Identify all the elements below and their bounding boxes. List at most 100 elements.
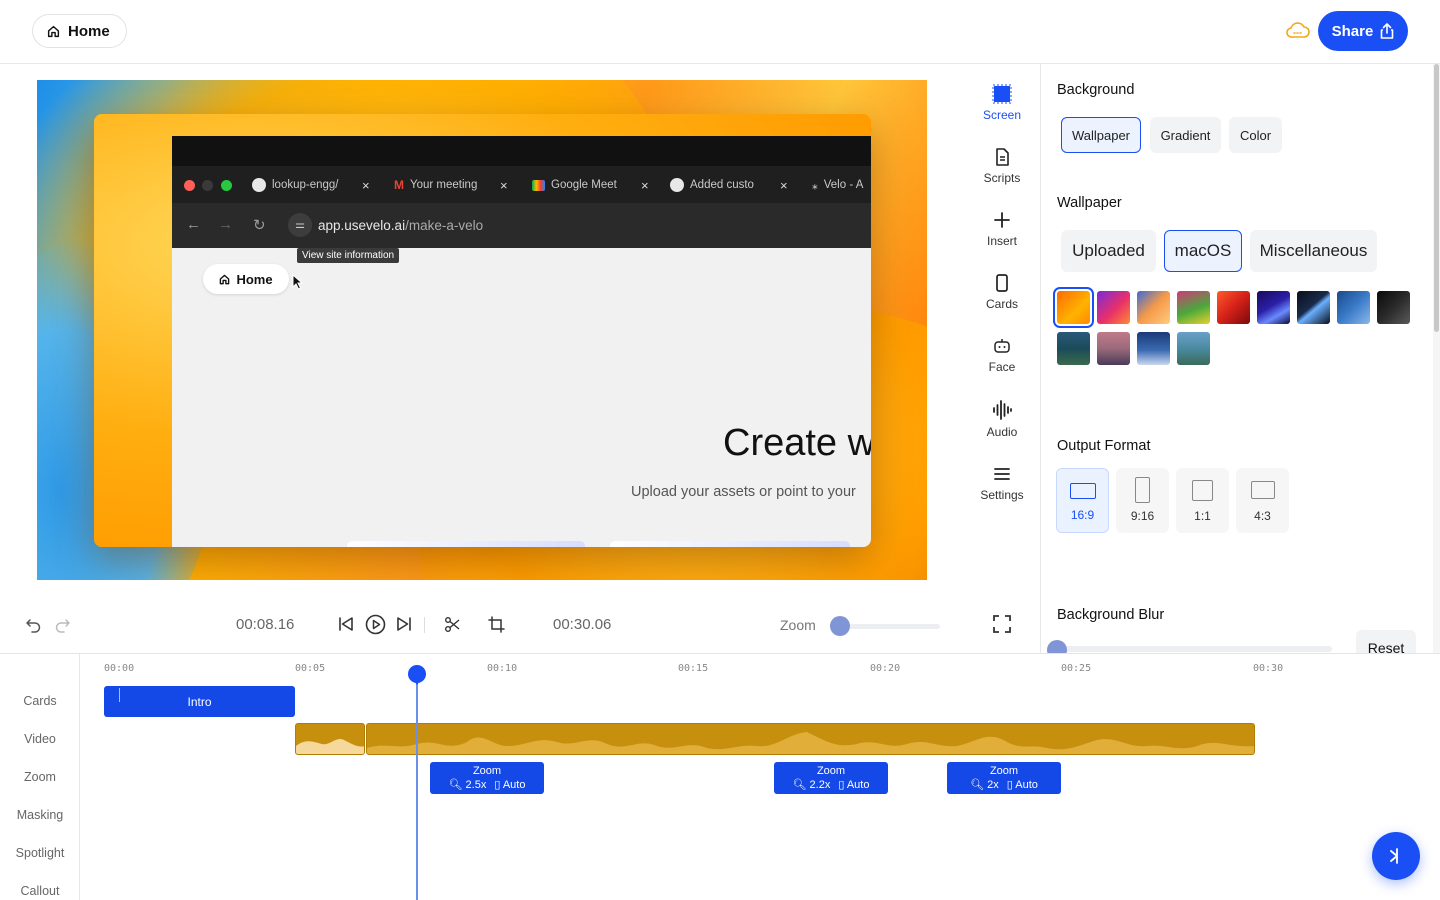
panel-scrollbar[interactable] — [1433, 64, 1440, 654]
document-icon — [996, 148, 1009, 166]
velo-logo-icon — [1390, 848, 1398, 864]
wallpaper-thumbnail[interactable] — [1137, 291, 1170, 324]
tool-settings[interactable]: Settings — [966, 464, 1038, 502]
ruler-tick: 00:10 — [487, 663, 518, 674]
robot-face-icon — [994, 339, 1010, 353]
playback-controls: 00:08.16 00:30.06 Zoom — [0, 600, 1040, 650]
background-tab-color[interactable]: Color — [1229, 117, 1282, 153]
track-label-video: Video — [24, 732, 56, 746]
mouse-icon: ▯ — [838, 779, 845, 791]
fullscreen-icon[interactable] — [993, 615, 1011, 633]
format-4-3[interactable]: 4:3 — [1236, 468, 1289, 533]
background-settings-panel: Background Wallpaper Gradient Color Wall… — [1041, 64, 1440, 654]
skip-forward-icon[interactable] — [395, 615, 413, 633]
zoom-slider-handle[interactable] — [830, 616, 850, 636]
reload-icon: ↻ — [253, 217, 266, 234]
google-meet-icon — [532, 179, 545, 191]
recorded-browser: lookup-engg/× M Your meeting × Google Mee… — [172, 136, 871, 547]
wallpaper-thumbnail[interactable] — [1057, 332, 1090, 365]
crop-icon[interactable] — [488, 616, 505, 633]
background-tab-gradient[interactable]: Gradient — [1150, 117, 1221, 153]
site-info-icon: ⚌ — [288, 213, 312, 237]
skip-back-icon[interactable] — [337, 615, 355, 633]
redo-icon[interactable] — [54, 617, 71, 634]
site-info-tooltip: View site information — [297, 248, 400, 263]
recorded-subtext: Upload your assets or point to your — [631, 484, 856, 500]
mouse-icon: ▯ — [1006, 779, 1013, 791]
format-1-1[interactable]: 1:1 — [1176, 468, 1229, 533]
zoom-clip[interactable]: Zoom 🔍︎ 2.5x ▯ Auto — [430, 762, 544, 794]
browser-tab: ⁎ Velo - A — [812, 179, 864, 192]
mouse-icon: ▯ — [494, 779, 501, 791]
audio-waveform — [367, 732, 1254, 754]
tool-face[interactable]: Face — [966, 336, 1038, 374]
plus-icon — [994, 212, 1010, 228]
play-icon[interactable] — [365, 614, 386, 635]
home-button[interactable]: Home — [32, 14, 127, 48]
wallpaper-tab-macos[interactable]: macOS — [1164, 230, 1242, 272]
velo-assistant-button[interactable] — [1372, 832, 1420, 880]
home-icon — [220, 274, 230, 284]
tab-close-icon: × — [780, 177, 788, 193]
zoom-clip[interactable]: Zoom 🔍︎ 2.2x ▯ Auto — [774, 762, 888, 794]
timeline[interactable]: Cards Video Zoom Masking Spotlight Callo… — [0, 653, 1440, 900]
maximize-dot-icon — [221, 180, 232, 191]
output-format-heading: Output Format — [1057, 438, 1151, 454]
cloud-sync-icon[interactable] — [1285, 19, 1311, 43]
square-icon — [1192, 480, 1213, 501]
format-16-9[interactable]: 16:9 — [1056, 468, 1109, 533]
tool-audio[interactable]: Audio — [966, 399, 1038, 439]
intro-card-clip[interactable]: Intro — [104, 686, 295, 717]
velo-icon: ⁎ — [812, 180, 818, 192]
close-dot-icon — [184, 180, 195, 191]
blur-slider-handle[interactable] — [1047, 640, 1067, 654]
ruler-tick: 00:25 — [1061, 663, 1092, 674]
wallpaper-thumbnail[interactable] — [1377, 291, 1410, 324]
portrait-icon — [1135, 477, 1150, 503]
tool-insert[interactable]: Insert — [966, 210, 1038, 248]
wallpaper-thumbnail[interactable] — [1177, 332, 1210, 365]
blur-slider-track[interactable] — [1057, 646, 1332, 652]
ruler-tick: 00:15 — [678, 663, 709, 674]
playhead[interactable] — [416, 674, 418, 900]
wallpaper-thumbnail[interactable] — [1257, 291, 1290, 324]
tool-cards[interactable]: Cards — [966, 273, 1038, 311]
video-clip[interactable] — [366, 723, 1255, 755]
tool-scripts[interactable]: Scripts — [966, 147, 1038, 185]
wallpaper-thumbnail[interactable] — [1053, 287, 1094, 328]
current-time: 00:08.16 — [236, 616, 295, 633]
share-button[interactable]: Share — [1318, 11, 1408, 51]
tool-screen[interactable]: Screen — [966, 84, 1038, 122]
zoom-clip[interactable]: Zoom 🔍︎ 2x ▯ Auto — [947, 762, 1061, 794]
four-three-icon — [1250, 481, 1275, 499]
video-preview[interactable]: lookup-engg/× M Your meeting × Google Mee… — [37, 80, 927, 580]
background-tab-wallpaper[interactable]: Wallpaper — [1061, 117, 1141, 153]
wallpaper-tab-miscellaneous[interactable]: Miscellaneous — [1250, 230, 1377, 272]
back-arrow-icon: ← — [186, 216, 201, 233]
magnifier-icon: 🔍︎ — [448, 779, 463, 791]
wallpaper-thumbnail[interactable] — [1337, 291, 1370, 324]
wallpaper-tab-uploaded[interactable]: Uploaded — [1061, 230, 1156, 272]
track-label-spotlight: Spotlight — [15, 846, 65, 860]
wallpaper-thumbnail[interactable] — [1177, 291, 1210, 324]
transport-divider — [424, 617, 425, 633]
wallpaper-thumbnail[interactable] — [1097, 332, 1130, 365]
wallpaper-thumbnail[interactable] — [1137, 332, 1170, 365]
format-9-16[interactable]: 9:16 — [1116, 468, 1169, 533]
video-clip[interactable] — [295, 723, 365, 755]
home-icon — [47, 25, 60, 37]
forward-arrow-icon: → — [218, 216, 233, 233]
scissors-icon[interactable] — [444, 616, 461, 633]
total-duration: 00:30.06 — [553, 616, 612, 633]
wallpaper-thumbnail[interactable] — [1297, 291, 1330, 324]
wallpaper-thumbnail[interactable] — [1217, 291, 1250, 324]
wallpaper-thumbnail[interactable] — [1097, 291, 1130, 324]
tab-close-icon: × — [362, 177, 370, 193]
minimize-dot-icon — [202, 180, 213, 191]
track-label-zoom: Zoom — [24, 770, 56, 784]
zoom-slider-track[interactable] — [835, 624, 940, 629]
reset-blur-button[interactable]: Reset — [1356, 630, 1416, 654]
gmail-icon: M — [394, 178, 404, 192]
undo-icon[interactable] — [25, 617, 42, 634]
playhead-handle[interactable] — [408, 665, 426, 685]
